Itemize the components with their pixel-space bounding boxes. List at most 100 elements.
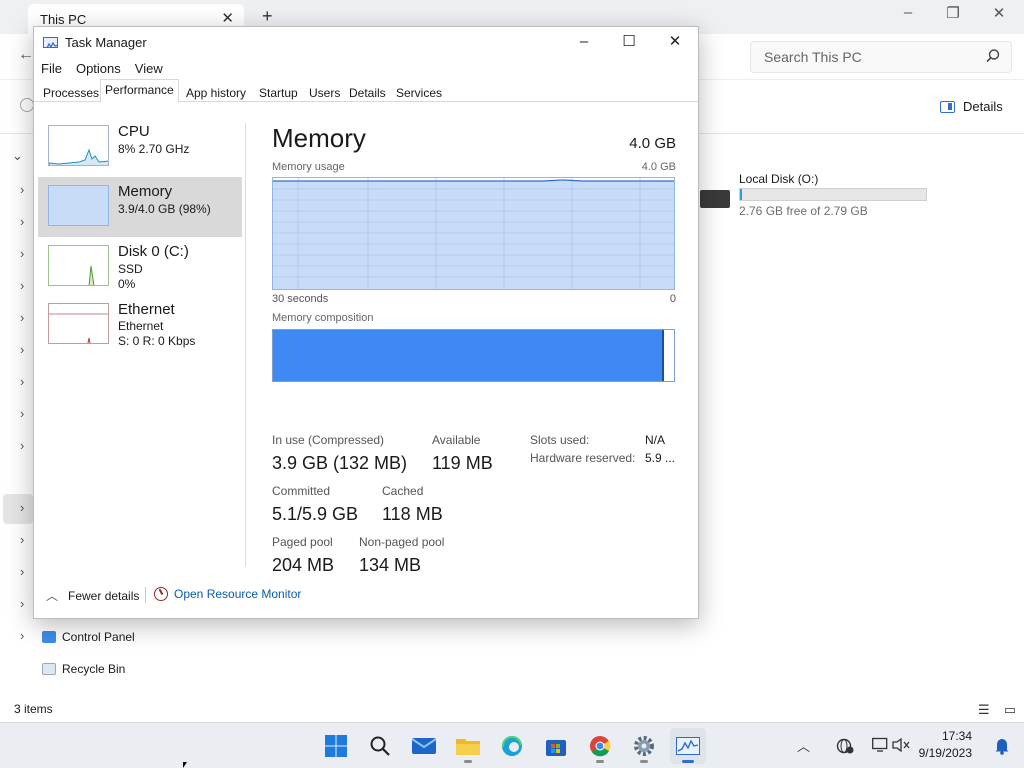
running-indicator	[682, 760, 694, 763]
close-icon[interactable]: ✕	[655, 31, 695, 55]
expand-chevron-icon[interactable]: ›	[20, 278, 24, 293]
details-pane-button[interactable]: Details	[940, 99, 1003, 114]
tab-services[interactable]: Services	[391, 82, 447, 102]
resource-ethernet[interactable]: Ethernet Ethernet S: 0 R: 0 Kbps	[38, 301, 242, 363]
edge-icon	[501, 736, 522, 756]
new-tab-icon[interactable]: +	[262, 6, 273, 27]
clock-date[interactable]: 9/19/2023	[919, 746, 972, 760]
close-icon[interactable]: ✕	[984, 4, 1014, 22]
resource-detail: S: 0 R: 0 Kbps	[118, 334, 196, 348]
expand-chevron-icon[interactable]: ›	[20, 310, 24, 325]
pane-divider[interactable]	[245, 123, 246, 567]
resource-cpu[interactable]: CPU 8% 2.70 GHz	[38, 117, 242, 177]
composition-in-use	[273, 330, 664, 381]
usage-graph-fill	[273, 181, 674, 289]
display-icon[interactable]	[872, 737, 888, 753]
search-icon	[370, 736, 390, 756]
memory-total: 4.0 GB	[629, 135, 676, 152]
drive-icon	[700, 190, 730, 208]
taskbar-task-manager[interactable]	[670, 728, 706, 764]
drive-free-text: 2.76 GB free of 2.79 GB	[739, 204, 868, 218]
maximize-icon[interactable]: ☐	[609, 31, 649, 55]
stat-label-available: Available	[432, 433, 481, 447]
expand-chevron-icon[interactable]: ›	[20, 406, 24, 421]
back-arrow-icon[interactable]: ←	[18, 46, 34, 64]
open-resource-monitor-link[interactable]: Open Resource Monitor	[154, 587, 301, 601]
tab-users[interactable]: Users	[304, 82, 345, 102]
stat-value-cached: 118 MB	[382, 504, 443, 524]
resource-detail: SSD	[118, 262, 143, 276]
taskbar-settings[interactable]	[626, 728, 662, 764]
stat-label-nonpaged-pool: Non-paged pool	[359, 535, 445, 549]
search-input[interactable]: Search This PC	[750, 41, 1012, 73]
control-panel-icon	[42, 631, 56, 643]
menu-file[interactable]: File	[41, 61, 62, 76]
details-pane-icon	[940, 100, 955, 113]
tab-app-history[interactable]: App history	[181, 82, 251, 102]
tab-details[interactable]: Details	[344, 82, 391, 102]
taskbar-store[interactable]	[538, 728, 574, 764]
expand-chevron-icon[interactable]: ›	[20, 182, 24, 197]
nav-item-recycle-bin[interactable]: Recycle Bin	[42, 662, 125, 676]
stat-value-nonpaged-pool: 134 MB	[359, 555, 422, 575]
windows-logo-icon	[325, 735, 347, 757]
menu-view[interactable]: View	[135, 61, 163, 76]
usage-graph-max: 4.0 GB	[641, 161, 676, 173]
drive-tile[interactable]: Local Disk (O:) 2.76 GB free of 2.79 GB	[700, 168, 940, 228]
expand-chevron-icon[interactable]: ›	[20, 342, 24, 357]
clock-time[interactable]: 17:34	[942, 729, 972, 743]
nav-selected-row[interactable]	[3, 494, 33, 524]
minimize-icon[interactable]: –	[564, 31, 604, 55]
start-button[interactable]	[318, 728, 354, 764]
new-item-icon[interactable]	[20, 98, 34, 112]
stat-value-slots: N/A	[645, 433, 666, 447]
graph-time-left: 30 seconds	[272, 293, 329, 305]
expand-chevron-icon[interactable]: ›	[20, 596, 24, 611]
item-count: 3 items	[14, 702, 53, 716]
expand-chevron-icon[interactable]: ›	[20, 214, 24, 229]
nav-item-control-panel[interactable]: Control Panel	[42, 630, 135, 644]
footer: ︿ Fewer details Open Resource Monitor	[34, 582, 698, 618]
taskbar-search-button[interactable]	[362, 728, 398, 764]
tab-startup[interactable]: Startup	[254, 82, 303, 102]
recycle-bin-icon	[42, 663, 56, 675]
taskbar-mail[interactable]	[406, 728, 442, 764]
expand-chevron-icon[interactable]: ⌄	[12, 148, 23, 164]
restore-icon[interactable]: ❐	[938, 4, 968, 22]
taskbar-chrome[interactable]	[582, 728, 618, 764]
ethernet-thumbnail-graph	[48, 303, 109, 344]
taskbar-file-explorer[interactable]	[450, 728, 486, 764]
notification-bell-icon[interactable]	[994, 737, 1010, 755]
usage-graph-label: Memory usage	[272, 161, 345, 173]
expand-chevron-icon[interactable]: ›	[20, 564, 24, 579]
show-hidden-icons-chevron-icon[interactable]: ︿	[797, 736, 810, 755]
expand-chevron-icon[interactable]: ›	[20, 246, 24, 261]
resource-detail: 0%	[118, 277, 136, 291]
tab-processes[interactable]: Processes	[38, 82, 104, 102]
expand-chevron-icon[interactable]: ›	[20, 628, 24, 643]
mouse-cursor	[183, 762, 187, 768]
minimize-icon[interactable]: –	[893, 4, 923, 21]
volume-muted-icon[interactable]	[892, 737, 910, 753]
tiles-view-icon[interactable]: ▭	[1004, 702, 1016, 718]
chrome-icon	[590, 736, 611, 757]
expand-chevron-icon[interactable]: ›	[20, 374, 24, 389]
resource-disk[interactable]: Disk 0 (C:) SSD 0%	[38, 237, 242, 297]
expand-chevron-icon[interactable]: ›	[20, 438, 24, 453]
title-bar[interactable]: Task Manager – ☐ ✕	[34, 27, 698, 57]
resource-detail: Ethernet	[118, 319, 164, 333]
store-icon	[546, 740, 566, 756]
menu-options[interactable]: Options	[76, 61, 121, 76]
network-globe-icon[interactable]	[836, 738, 854, 754]
expand-chevron-icon[interactable]: ›	[20, 500, 24, 515]
resource-memory[interactable]: Memory 3.9/4.0 GB (98%)	[38, 177, 242, 237]
expand-chevron-icon[interactable]: ›	[20, 532, 24, 547]
close-tab-icon[interactable]: ✕	[221, 9, 234, 27]
resource-detail: 3.9/4.0 GB (98%)	[118, 202, 211, 216]
tab-performance[interactable]: Performance	[100, 79, 179, 103]
gear-icon	[634, 736, 654, 756]
search-placeholder: Search This PC	[764, 49, 862, 65]
fewer-details-button[interactable]: ︿ Fewer details	[46, 587, 139, 604]
taskbar-edge[interactable]	[494, 728, 530, 764]
details-view-icon[interactable]: ☰	[978, 702, 990, 718]
